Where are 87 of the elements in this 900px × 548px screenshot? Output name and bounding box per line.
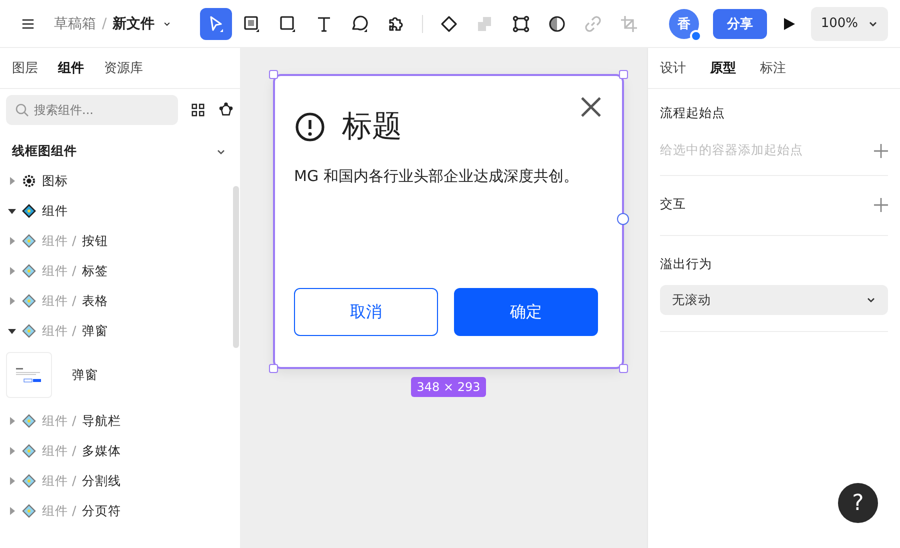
dialog-message: MG 和国内各行业头部企业达成深度共创。 <box>294 167 580 186</box>
resize-handle[interactable] <box>269 70 278 79</box>
tree-item[interactable]: 组件 / 按钮 <box>0 226 240 256</box>
component-diamond-icon <box>22 204 36 218</box>
item-name: 弹窗 <box>82 322 108 340</box>
tree-item[interactable]: 图标 <box>0 166 240 196</box>
item-path: 组件 / <box>42 322 76 340</box>
tree-item[interactable]: 组件 / 分割线 <box>0 466 240 496</box>
speech-bubble-icon <box>350 14 370 34</box>
item-name: 导航栏 <box>82 412 122 430</box>
disclosure-triangle-icon[interactable] <box>8 207 16 215</box>
hint-text: 给选中的容器添加起始点 <box>660 142 803 159</box>
breadcrumb-folder[interactable]: 草稿箱 <box>54 14 96 32</box>
item-name: 多媒体 <box>82 442 122 460</box>
cancel-button[interactable]: 取消 <box>294 288 438 336</box>
component-diamond-icon <box>22 264 36 278</box>
search-field[interactable]: 搜索组件... <box>6 95 178 125</box>
section-title: 流程起始点 <box>660 105 726 122</box>
zoom-dropdown[interactable]: 100% <box>810 6 888 40</box>
item-name: 图标 <box>42 172 68 190</box>
diamond-icon <box>439 14 459 34</box>
section-title: 线框图组件 <box>12 143 77 160</box>
add-icon[interactable] <box>874 144 888 158</box>
item-name: 标签 <box>82 262 108 280</box>
confirm-button[interactable]: 确定 <box>454 288 598 336</box>
section-title: 溢出行为 <box>660 256 713 273</box>
item-path: 组件 / <box>42 412 76 430</box>
component-diamond-icon <box>22 414 36 428</box>
panel-tab[interactable]: 设计 <box>660 59 686 77</box>
file-name[interactable]: 新文件 <box>112 14 155 32</box>
component-name: 弹窗 <box>72 366 98 384</box>
item-name: 组件 <box>42 202 68 220</box>
panel-tab[interactable]: 组件 <box>58 59 84 77</box>
component-diamond-icon <box>22 294 36 308</box>
tree-item[interactable]: 组件 / 弹窗 <box>0 316 240 346</box>
tree-item[interactable]: 组件 / 标签 <box>0 256 240 286</box>
tree-item[interactable]: 组件 <box>0 196 240 226</box>
overflow-dropdown[interactable]: 无滚动 <box>660 285 888 315</box>
tree-item[interactable]: 组件 / 多媒体 <box>0 436 240 466</box>
item-path: 组件 / <box>42 262 76 280</box>
disclosure-triangle-icon[interactable] <box>8 327 16 335</box>
share-button[interactable]: 分享 <box>712 8 767 38</box>
item-path: 组件 / <box>42 292 76 310</box>
panel-tab[interactable]: 资源库 <box>104 59 143 77</box>
bounding-box-icon <box>511 14 531 34</box>
close-icon[interactable] <box>580 96 602 118</box>
resize-handle[interactable] <box>269 364 278 373</box>
dialog-thumbnail[interactable] <box>6 352 52 398</box>
panel-tab[interactable]: 原型 <box>710 59 736 77</box>
item-path: 组件 / <box>42 502 76 520</box>
size-label: 348 × 293 <box>410 377 486 397</box>
add-icon[interactable] <box>874 198 888 212</box>
component-diamond-icon <box>22 474 36 488</box>
item-name: 按钮 <box>82 232 108 250</box>
panel-tab[interactable]: 标注 <box>760 59 786 77</box>
resize-handle[interactable] <box>617 213 629 225</box>
component-diamond-icon <box>22 444 36 458</box>
crop-icon <box>619 14 639 34</box>
item-name: 分割线 <box>82 472 122 490</box>
link-icon <box>583 14 603 34</box>
item-name: 分页符 <box>82 502 122 520</box>
item-path: 组件 / <box>42 472 76 490</box>
tree-item[interactable]: 组件 / 表格 <box>0 286 240 316</box>
panel-tab[interactable]: 图层 <box>12 59 38 77</box>
tree-item[interactable]: 组件 / 分页符 <box>0 496 240 526</box>
frame-icon <box>242 14 262 34</box>
section-title: 交互 <box>660 196 686 213</box>
component-diamond-icon <box>22 324 36 338</box>
help-button[interactable]: ? <box>838 483 878 523</box>
dialog-title: 标题 <box>342 108 402 146</box>
user-avatar[interactable]: 香 <box>668 8 699 38</box>
breadcrumb-separator: / <box>102 16 107 32</box>
tree-item[interactable]: 组件 / 导航栏 <box>0 406 240 436</box>
component-diamond-icon <box>22 504 36 518</box>
dialog-frame[interactable]: 标题 MG 和国内各行业头部企业达成深度共创。 取消 确定 <box>273 74 624 369</box>
rectangle-icon <box>278 14 298 34</box>
item-name: 表格 <box>82 292 108 310</box>
component-diamond-icon <box>22 234 36 248</box>
chevron-down-icon <box>866 295 876 305</box>
scrollbar[interactable] <box>233 186 239 348</box>
exclamation-circle-icon <box>294 110 326 142</box>
half-circle-icon <box>547 14 567 34</box>
item-path: 组件 / <box>42 442 76 460</box>
gear-icon <box>22 174 36 188</box>
resize-handle[interactable] <box>619 70 628 79</box>
resize-handle[interactable] <box>619 364 628 373</box>
item-path: 组件 / <box>42 232 76 250</box>
